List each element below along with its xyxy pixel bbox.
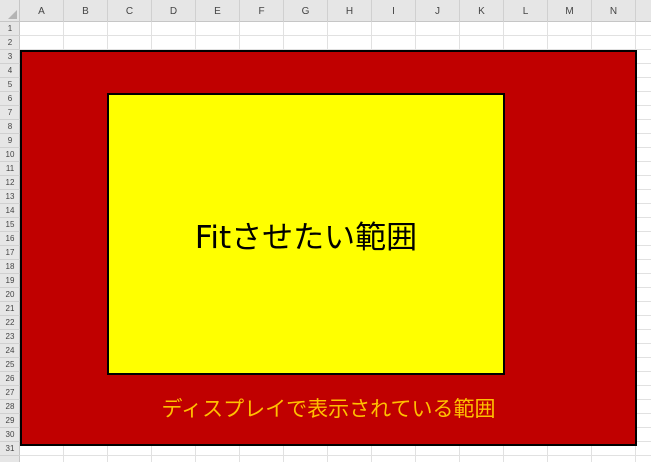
column-header-a[interactable]: A [20,0,64,22]
column-header-g[interactable]: G [284,0,328,22]
row-header-1[interactable]: 1 [0,22,20,36]
row-header-23[interactable]: 23 [0,330,20,344]
column-header-h[interactable]: H [328,0,372,22]
spreadsheet: ABCDEFGHIJKLMN 1 2 3 4 5 6 7 8 9 10 11 12 13 14 15 16 17… [0,0,651,462]
row-header-8[interactable]: 8 [0,120,20,134]
grid-row-line [20,455,651,456]
row-header-30[interactable]: 30 [0,428,20,442]
row-header-22[interactable]: 22 [0,316,20,330]
row-header-19[interactable]: 19 [0,274,20,288]
column-header-n[interactable]: N [592,0,636,22]
row-header-7[interactable]: 7 [0,106,20,120]
row-header-12[interactable]: 12 [0,176,20,190]
column-header-l[interactable]: L [504,0,548,22]
grid-row-line [20,35,651,36]
row-header-11[interactable]: 11 [0,162,20,176]
fit-range-shape[interactable]: Fitさせたい範囲 [107,93,505,375]
column-header-e[interactable]: E [196,0,240,22]
row-header-27[interactable]: 27 [0,386,20,400]
display-range-label: ディスプレイで表示されている範囲 [161,397,496,421]
row-header-13[interactable]: 13 [0,190,20,204]
column-header-b[interactable]: B [64,0,108,22]
column-header-row: ABCDEFGHIJKLMN [20,0,651,22]
row-header-21[interactable]: 21 [0,302,20,316]
row-header-2[interactable]: 2 [0,36,20,50]
column-header-k[interactable]: K [460,0,504,22]
row-header-column: 1 2 3 4 5 6 7 8 9 10 11 12 13 14 15 16 17 18 19 20 21 22 23 24 2… [0,22,20,462]
select-all-triangle-icon [8,10,17,19]
row-header-14[interactable]: 14 [0,204,20,218]
row-header-3[interactable]: 3 [0,50,20,64]
row-header-10[interactable]: 10 [0,148,20,162]
row-header-16[interactable]: 16 [0,232,20,246]
row-header-25[interactable]: 25 [0,358,20,372]
row-header-24[interactable]: 24 [0,344,20,358]
fit-range-label: Fitさせたい範囲 [194,219,418,256]
column-header-j[interactable]: J [416,0,460,22]
column-header-c[interactable]: C [108,0,152,22]
select-all-button[interactable] [0,0,20,22]
row-header-6[interactable]: 6 [0,92,20,106]
row-header-26[interactable]: 26 [0,372,20,386]
row-header-29[interactable]: 29 [0,414,20,428]
row-header-17[interactable]: 17 [0,246,20,260]
column-header-i[interactable]: I [372,0,416,22]
column-header-f[interactable]: F [240,0,284,22]
column-header-m[interactable]: M [548,0,592,22]
row-header-28[interactable]: 28 [0,400,20,414]
row-header-18[interactable]: 18 [0,260,20,274]
row-header-15[interactable]: 15 [0,218,20,232]
row-header-4[interactable]: 4 [0,64,20,78]
row-header-9[interactable]: 9 [0,134,20,148]
column-header-d[interactable]: D [152,0,196,22]
row-header-5[interactable]: 5 [0,78,20,92]
row-header-20[interactable]: 20 [0,288,20,302]
row-header-31[interactable]: 31 [0,442,20,456]
